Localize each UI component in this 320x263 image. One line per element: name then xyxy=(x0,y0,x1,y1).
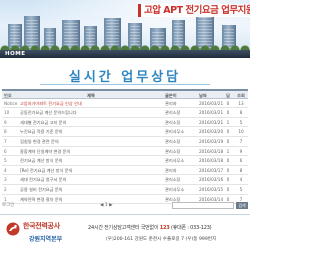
table-row[interactable]: 6 종합계약 단일계약 변경 문의 관리소장 2016/03/18 1 9 xyxy=(2,147,248,157)
post-replies: 0 xyxy=(226,138,230,144)
post-views: 9 xyxy=(239,148,243,154)
site-title: 고압 APT 전기요금 업무지원 xyxy=(144,5,250,16)
table-row[interactable]: 5 전기요금 계산 방식 문의 관리사무소 2016/03/18 0 6 xyxy=(2,156,248,166)
post-date: 2016/03/21 xyxy=(199,100,223,106)
post-title-link[interactable]: 종합계약 단일계약 변경 문의 xyxy=(20,147,162,156)
post-replies: 1 xyxy=(226,119,230,125)
table-row[interactable]: 9 세대별 전기요금 고지 문의 관리소장 2016/03/21 1 5 xyxy=(2,118,248,128)
post-title-link[interactable]: 전기요금 계산 방식 문의 xyxy=(20,156,162,165)
nav-bar: HOME xyxy=(0,50,250,58)
table-row[interactable]: 4 [Re] 전기요금 계산 방식 문의 관리자 2016/03/17 0 8 xyxy=(2,166,248,176)
post-replies: 0 xyxy=(226,167,230,173)
post-date: 2016/03/18 xyxy=(199,148,223,154)
post-number: 8 xyxy=(4,129,7,135)
post-replies: 0 xyxy=(226,100,230,106)
phone-number: 123 xyxy=(159,225,170,231)
post-replies: 1 xyxy=(226,148,230,154)
post-views: 6 xyxy=(239,158,243,164)
post-number: 4 xyxy=(4,167,7,173)
pagination[interactable]: ◀ 1 ▶ xyxy=(100,201,113,210)
top-banner: 고압 APT 전기요금 업무지원 HOME xyxy=(0,0,250,58)
post-replies: 0 xyxy=(226,177,230,183)
home-link[interactable]: HOME xyxy=(5,50,26,58)
post-number: 3 xyxy=(4,177,7,183)
section-heading: 실시간 업무상담 xyxy=(68,70,182,85)
post-views: 8 xyxy=(239,167,243,173)
post-date: 2016/03/15 xyxy=(199,186,223,192)
notice-row[interactable]: Notice 고압자가아파트 전기요금 인상 안내 관리자 2016/03/21 0 13 xyxy=(2,99,248,109)
post-date: 2016/03/16 xyxy=(199,177,223,183)
post-date: 2016/03/17 xyxy=(199,167,223,173)
post-author: 관리사무소 xyxy=(165,158,185,164)
table-row[interactable]: 7 검침일 변경 관련 문의 관리소장 2016/03/19 0 7 xyxy=(2,137,248,147)
login-link[interactable]: 로그인 xyxy=(2,201,14,210)
post-author: 관리소장 xyxy=(165,119,181,125)
table-row[interactable]: 2 공용 설비 전기요금 문의 관리사무소 2016/03/15 0 5 xyxy=(2,185,248,195)
post-date: 2016/03/21 xyxy=(199,119,223,125)
organization-name: 한국전력공사 xyxy=(23,222,60,230)
post-views: 8 xyxy=(239,110,243,116)
post-replies: 0 xyxy=(226,186,230,192)
post-number: 2 xyxy=(4,186,7,192)
branch-name: 강원지역본부 xyxy=(29,236,63,243)
post-title-link[interactable]: 고압자가아파트 전기요금 인상 안내 xyxy=(20,99,162,108)
post-title-link[interactable]: 세대 전기요금 청구서 문의 xyxy=(20,175,162,184)
post-number: 9 xyxy=(4,119,7,125)
post-title-link[interactable]: 공용 설비 전기요금 문의 xyxy=(20,185,162,194)
post-author: 관리소장 xyxy=(165,148,181,154)
post-replies: 0 xyxy=(226,129,230,135)
post-number: 6 xyxy=(4,148,7,154)
table-row[interactable]: 8 누진요금 적용 기준 문의 관리사무소 2016/03/20 0 10 xyxy=(2,127,248,137)
post-date: 2016/03/20 xyxy=(199,129,223,135)
post-author: 관리소장 xyxy=(165,110,181,116)
post-author: 관리사무소 xyxy=(165,186,185,192)
table-header-row: 번호 제목 글쓴이 날짜 답 조회 xyxy=(2,89,248,99)
contact-phone: 24시간 전기상담고객센터 국번없이 123 (휴대폰 : 033-123) xyxy=(88,224,212,232)
post-date: 2016/03/19 xyxy=(199,138,223,144)
post-title-link[interactable]: 누진요금 적용 기준 문의 xyxy=(20,127,162,136)
post-author: 관리자 xyxy=(165,167,177,173)
post-views: 5 xyxy=(239,119,243,125)
post-views: 7 xyxy=(239,138,243,144)
search-button[interactable]: 검색 xyxy=(236,202,248,209)
post-title-link[interactable]: 세대별 전기요금 고지 문의 xyxy=(20,118,162,127)
post-title-link[interactable]: 검침일 변경 관련 문의 xyxy=(20,137,162,146)
post-number: 7 xyxy=(4,138,7,144)
post-number: 5 xyxy=(4,158,7,164)
post-replies: 0 xyxy=(226,110,230,116)
post-author: 관리사무소 xyxy=(165,129,185,135)
post-author: 관리자 xyxy=(165,100,177,106)
post-author: 관리소장 xyxy=(165,177,181,183)
post-title-link[interactable]: [Re] 전기요금 계산 방식 문의 xyxy=(20,166,162,175)
post-views: 10 xyxy=(238,129,244,135)
post-views: 5 xyxy=(239,186,243,192)
post-views: 4 xyxy=(239,177,243,183)
site-title-box: 고압 APT 전기요금 업무지원 xyxy=(138,4,250,17)
board-table: 번호 제목 글쓴이 날짜 답 조회 Notice 고압자가아파트 전기요금 인상 … xyxy=(2,89,248,205)
post-date: 2016/03/18 xyxy=(199,158,223,164)
office-address: (우)200-161 강원도 춘천시 수풀로길 7 (우)동 999번지 xyxy=(106,237,217,242)
post-number: Notice xyxy=(4,100,18,106)
search-input[interactable] xyxy=(172,202,234,209)
phone-prefix: 24시간 전기상담고객센터 국번없이 xyxy=(88,225,159,231)
phone-suffix: (휴대폰 : 033-123) xyxy=(170,225,212,231)
post-number: 10 xyxy=(4,110,10,116)
footer-divider xyxy=(0,214,250,215)
heading-divider xyxy=(40,84,210,85)
post-date: 2016/03/21 xyxy=(199,110,223,116)
kepco-logo-icon xyxy=(6,222,20,236)
table-row[interactable]: 10 공동전기요금 계산 문의드립니다 관리소장 2016/03/21 0 8 xyxy=(2,108,248,118)
post-author: 관리소장 xyxy=(165,138,181,144)
post-title-link[interactable]: 공동전기요금 계산 문의드립니다 xyxy=(20,108,162,117)
post-views: 13 xyxy=(238,100,244,106)
board-footer: 로그인 ◀ 1 ▶ 검색 xyxy=(0,201,250,210)
post-replies: 0 xyxy=(226,158,230,164)
table-row[interactable]: 3 세대 전기요금 청구서 문의 관리소장 2016/03/16 0 4 xyxy=(2,175,248,185)
